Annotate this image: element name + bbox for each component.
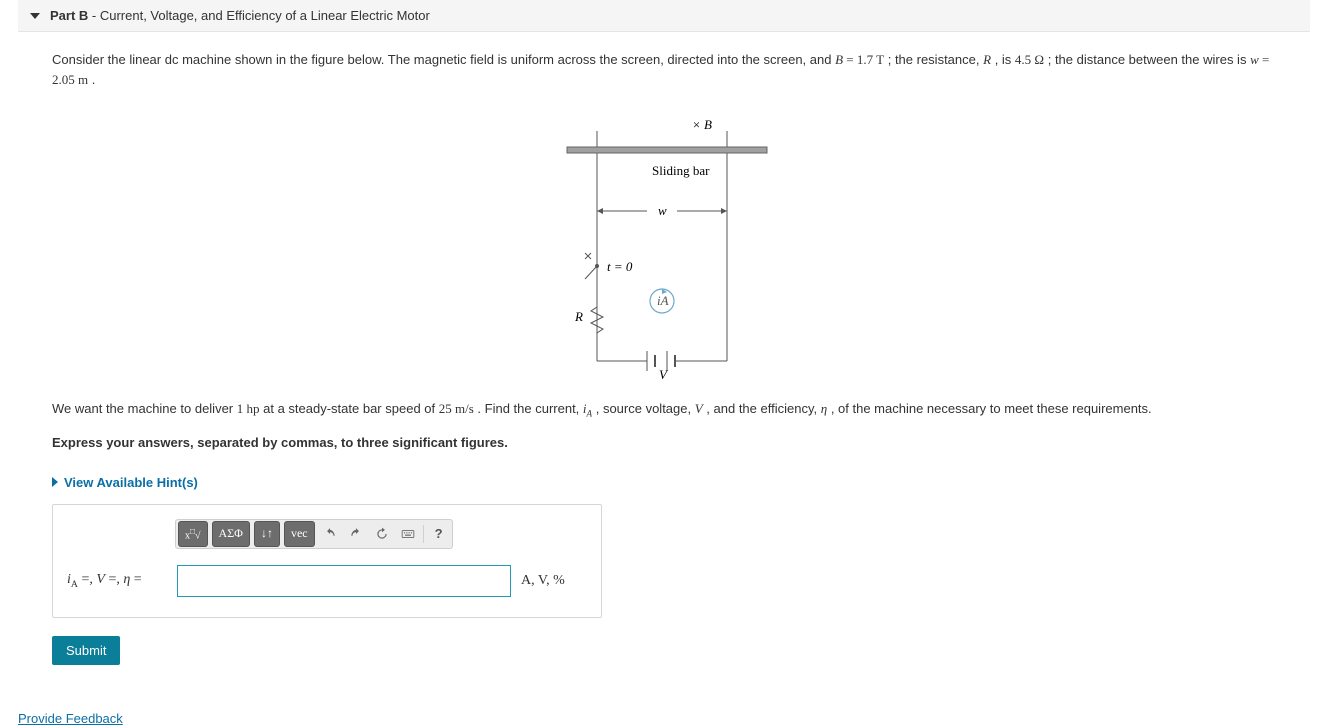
reset-icon <box>375 527 389 541</box>
val-R: 4.5 Ω <box>1015 52 1044 67</box>
undo-icon <box>323 527 337 541</box>
label-sliding-bar: Sliding bar <box>652 163 710 178</box>
part-label: Part B <box>50 8 88 23</box>
problem-statement-1: Consider the linear dc machine shown in … <box>52 50 1282 89</box>
answer-lhs: iA =, V =, η = <box>67 572 167 590</box>
toolbar-redo-button[interactable] <box>343 521 369 547</box>
var-eta: η <box>821 401 827 416</box>
caret-right-icon <box>52 477 58 487</box>
view-hints-toggle[interactable]: View Available Hint(s) <box>52 475 198 490</box>
label-iA: iA <box>657 293 669 308</box>
problem-statement-2: We want the machine to deliver 1 hp at a… <box>52 399 1282 421</box>
collapse-caret-icon <box>30 13 40 19</box>
text: . Find the current, <box>477 401 583 416</box>
label-B: × B <box>692 117 712 132</box>
keyboard-icon <box>401 527 415 541</box>
text: = <box>843 52 857 67</box>
val-speed: 25 m/s <box>439 401 474 416</box>
text: , source voltage, <box>596 401 695 416</box>
redo-icon <box>349 527 363 541</box>
linear-motor-figure: × B Sliding bar w t = 0 iA R <box>547 101 787 381</box>
toolbar-templates-button[interactable]: x□√ <box>178 521 208 547</box>
answer-box: x□√ ΑΣΦ ↓↑ vec ? iA =, V =, η = <box>52 504 602 618</box>
text: ; the distance between the wires is <box>1048 52 1250 67</box>
hints-label: View Available Hint(s) <box>64 475 198 490</box>
submit-button[interactable]: Submit <box>52 636 120 665</box>
text: at a steady-state bar speed of <box>263 401 439 416</box>
toolbar-divider <box>423 525 424 543</box>
var-w: w <box>1250 52 1259 67</box>
text: , of the machine necessary to meet these… <box>831 401 1152 416</box>
label-t0: t = 0 <box>607 259 633 274</box>
provide-feedback-link[interactable]: Provide Feedback <box>18 711 123 726</box>
part-subtitle: - Current, Voltage, and Efficiency of a … <box>88 8 430 23</box>
toolbar-vector-button[interactable]: vec <box>284 521 315 547</box>
text: , and the efficiency, <box>706 401 820 416</box>
toolbar-subsup-button[interactable]: ↓↑ <box>254 521 280 547</box>
toolbar-keyboard-button[interactable] <box>395 521 421 547</box>
val-hp: 1 hp <box>237 401 260 416</box>
answer-row: iA =, V =, η = A, V, % <box>67 565 587 597</box>
val-w: 2.05 m <box>52 72 88 87</box>
toolbar-reset-button[interactable] <box>369 521 395 547</box>
label-R: R <box>574 309 583 324</box>
var-R: R <box>983 52 991 67</box>
toolbar-help-button[interactable]: ? <box>426 521 452 547</box>
text: = <box>1259 52 1270 67</box>
var-V: V <box>695 401 703 416</box>
equation-toolbar: x□√ ΑΣΦ ↓↑ vec ? <box>175 519 453 549</box>
part-content: Consider the linear dc machine shown in … <box>0 32 1318 683</box>
answer-units: A, V, % <box>521 573 565 589</box>
answer-input[interactable] <box>177 565 511 597</box>
text: . <box>92 72 96 87</box>
text: Consider the linear dc machine shown in … <box>52 52 835 67</box>
var-B: B <box>835 52 843 67</box>
answer-instructions: Express your answers, separated by comma… <box>52 433 1282 453</box>
toolbar-undo-button[interactable] <box>317 521 343 547</box>
text: ; the resistance, <box>888 52 983 67</box>
templates-icon: x□√ <box>185 527 201 541</box>
var-iA: iA <box>583 401 592 416</box>
part-title: Part B - Current, Voltage, and Efficienc… <box>50 8 430 23</box>
text: , is <box>995 52 1015 67</box>
part-header[interactable]: Part B - Current, Voltage, and Efficienc… <box>18 0 1310 32</box>
label-w: w <box>658 203 667 218</box>
toolbar-greek-button[interactable]: ΑΣΦ <box>212 521 250 547</box>
figure-container: × B Sliding bar w t = 0 iA R <box>52 101 1282 381</box>
val-B: 1.7 T <box>857 52 884 67</box>
text: We want the machine to deliver <box>52 401 237 416</box>
